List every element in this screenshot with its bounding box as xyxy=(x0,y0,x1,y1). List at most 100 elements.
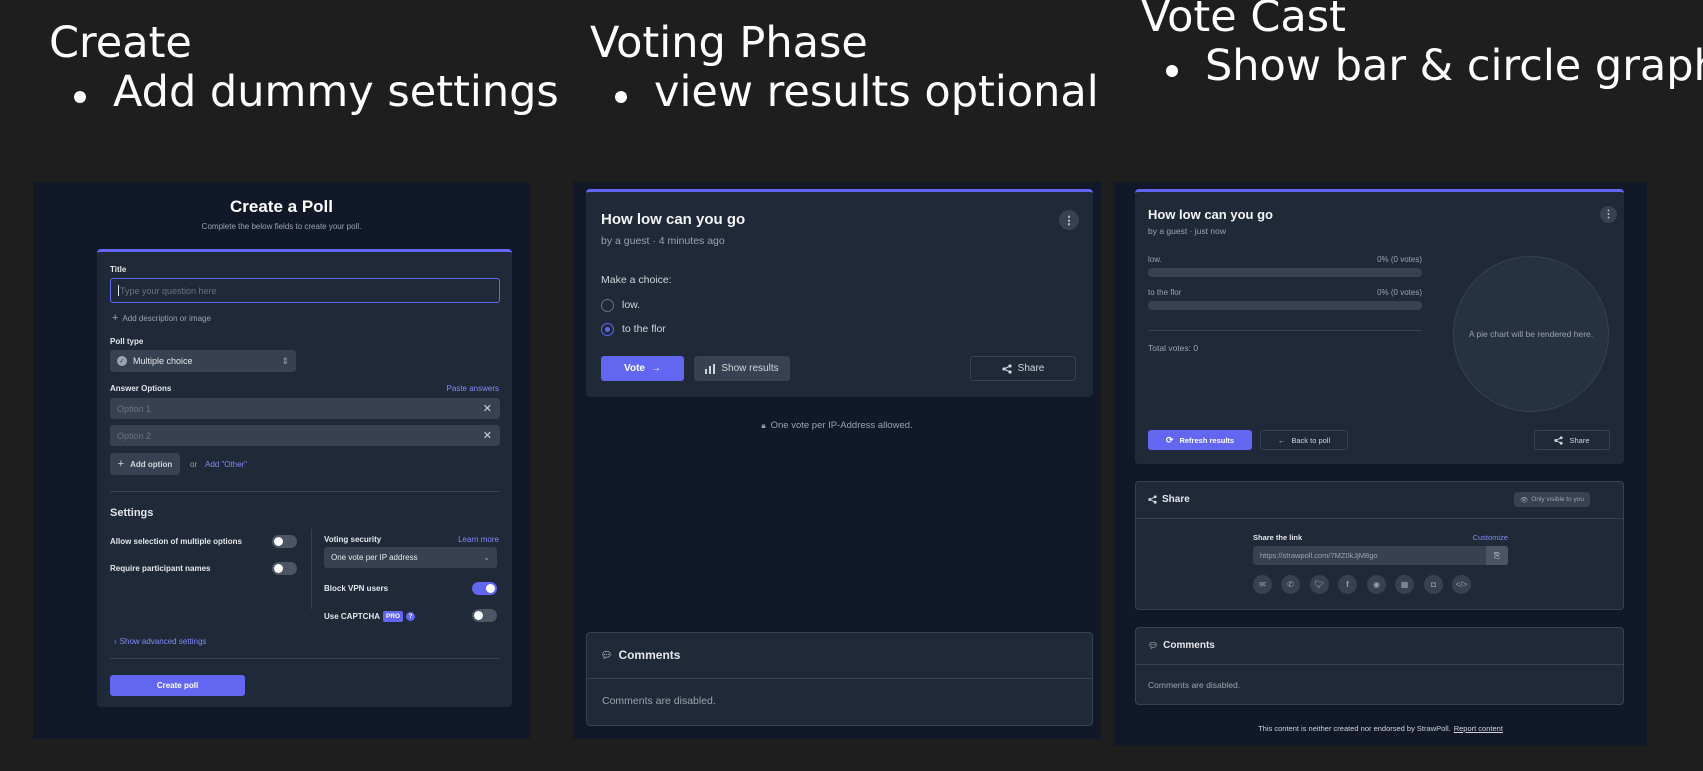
arrow-left-icon: ← xyxy=(1277,435,1286,445)
add-description-text: Add description or image xyxy=(122,313,211,323)
embed-icon[interactable]: </> xyxy=(1452,575,1471,594)
comments-header: 💬︎ Comments xyxy=(601,648,680,662)
option-1-placeholder: Option 1 xyxy=(117,403,152,414)
voting-security-value: One vote per IP address xyxy=(331,553,418,562)
add-description-link[interactable]: + Add description or image xyxy=(112,312,211,324)
share-card: Share 👁︎ Only visible to you Share the l… xyxy=(1135,481,1624,610)
reddit-icon[interactable]: ◉ xyxy=(1367,575,1386,594)
divider xyxy=(1136,664,1623,665)
heading-title: Create xyxy=(49,18,192,68)
result-value: 0% (0 votes) xyxy=(1377,255,1422,264)
copy-icon[interactable]: ⎘ xyxy=(1486,546,1508,565)
share-icon xyxy=(1002,363,1012,374)
qr-code-icon[interactable]: ▦ xyxy=(1395,575,1414,594)
back-to-poll-label: Back to poll xyxy=(1291,435,1331,445)
voting-security-select[interactable]: One vote per IP address ⌄ xyxy=(324,547,497,568)
poll-meta: by a guest · just now xyxy=(1148,226,1226,236)
result-value: 0% (0 votes) xyxy=(1377,288,1422,297)
share-button[interactable]: Share xyxy=(970,356,1076,381)
option-1-input[interactable]: Option 1 ✕ xyxy=(110,398,500,419)
divider xyxy=(1136,518,1623,519)
page-subtitle: Complete the below fields to create your… xyxy=(201,222,362,231)
use-captcha-label: Use CAPTCHA xyxy=(324,612,381,621)
title-placeholder: Type your question here xyxy=(120,285,217,296)
more-options-icon[interactable]: ⋮ xyxy=(1600,206,1617,223)
paste-answers-link[interactable]: Paste answers xyxy=(447,384,499,393)
help-icon[interactable]: ? xyxy=(406,612,416,621)
choice-label-flor[interactable]: to the flor xyxy=(622,323,666,335)
result-label: low. xyxy=(1148,255,1162,264)
block-vpn-label: Block VPN users xyxy=(324,584,389,593)
comments-header: 💬︎ Comments xyxy=(1148,640,1215,651)
heading-create: Create Add dummy settings xyxy=(49,22,559,114)
vote-button[interactable]: Vote → xyxy=(601,356,684,381)
refresh-results-button[interactable]: ⟳ Refresh results xyxy=(1148,430,1252,450)
poll-type-select[interactable]: ✓ Multiple choice ⇕ xyxy=(110,350,296,372)
share-label: Share xyxy=(1017,363,1045,374)
make-choice-label: Make a choice: xyxy=(601,274,672,286)
facebook-icon[interactable]: f xyxy=(1338,575,1357,594)
comments-title: Comments xyxy=(1163,640,1215,651)
heading-bullet: view results optional xyxy=(590,71,1099,114)
allow-multiple-toggle[interactable] xyxy=(272,535,297,548)
show-advanced-link[interactable]: › Show advanced settings xyxy=(114,637,206,646)
whatsapp-icon[interactable]: ✆ xyxy=(1281,575,1300,594)
back-to-poll-button[interactable]: ← Back to poll xyxy=(1260,430,1348,450)
create-poll-button[interactable]: Create poll xyxy=(110,675,245,696)
show-results-button[interactable]: Show results xyxy=(694,356,790,381)
chat-icon: 💬︎ xyxy=(1148,641,1159,650)
vertical-divider xyxy=(311,529,312,609)
chat-icon: 💬︎ xyxy=(601,649,613,660)
option-2-input[interactable]: Option 2 ✕ xyxy=(110,425,500,446)
choice-label-low[interactable]: low. xyxy=(622,299,640,311)
divider xyxy=(110,658,500,659)
learn-more-link[interactable]: Learn more xyxy=(458,535,499,544)
option-2-placeholder: Option 2 xyxy=(117,430,152,441)
page-title: Create a Poll xyxy=(230,197,333,216)
share-url: https://strawpoll.com/7MZ0kJjM8go xyxy=(1260,551,1378,560)
chevron-down-icon: ⌄ xyxy=(483,553,490,562)
close-icon[interactable]: ✕ xyxy=(483,429,492,442)
show-advanced-text: Show advanced settings xyxy=(119,637,207,646)
poll-title: How low can you go xyxy=(1148,207,1273,222)
eye-icon: 👁︎ xyxy=(1520,496,1529,504)
result-label: to the flor xyxy=(1148,288,1182,297)
heading-title: Vote Cast xyxy=(1141,0,1347,42)
pocket-icon[interactable]: ◘ xyxy=(1424,575,1443,594)
choice-radio-low[interactable] xyxy=(601,299,614,312)
add-option-button[interactable]: + Add option xyxy=(110,453,180,475)
choice-radio-flor[interactable] xyxy=(601,323,614,336)
poll-type-label: Poll type xyxy=(110,337,144,346)
block-vpn-toggle[interactable] xyxy=(472,582,497,595)
twitter-icon[interactable]: 🐦︎ xyxy=(1310,575,1329,594)
text-cursor xyxy=(118,285,119,296)
email-icon[interactable]: ✉ xyxy=(1253,575,1272,594)
share-url-input[interactable]: https://strawpoll.com/7MZ0kJjM8go ⎘ xyxy=(1253,546,1508,565)
share-header: Share xyxy=(1148,494,1190,505)
poll-meta: by a guest · 4 minutes ago xyxy=(601,235,725,247)
add-other-link[interactable]: Add "Other" xyxy=(205,460,247,469)
close-icon[interactable]: ✕ xyxy=(483,402,492,415)
plus-icon: + xyxy=(117,458,125,470)
more-options-icon[interactable]: ⋮ xyxy=(1059,210,1079,230)
require-names-toggle[interactable] xyxy=(272,562,297,575)
share-button[interactable]: Share xyxy=(1534,430,1610,450)
refresh-icon: ⟳ xyxy=(1165,434,1174,445)
poll-type-value: Multiple choice xyxy=(133,356,193,366)
poll-title: How low can you go xyxy=(601,211,746,228)
report-content-link[interactable]: Report content xyxy=(1454,724,1503,733)
comments-disabled: Comments are disabled. xyxy=(602,695,716,707)
footer-disclaimer: This content is neither created nor endo… xyxy=(1114,724,1647,733)
title-label: Title xyxy=(110,265,127,274)
title-input[interactable]: Type your question here xyxy=(110,278,500,303)
footer-text: This content is neither created nor endo… xyxy=(1258,724,1451,733)
allow-multiple-label: Allow selection of multiple options xyxy=(110,537,243,546)
captcha-toggle[interactable] xyxy=(472,609,497,622)
customize-link[interactable]: Customize xyxy=(1426,533,1508,542)
comments-card: 💬︎ Comments Comments are disabled. xyxy=(1135,627,1624,705)
vote-cast-panel: How low can you go ⋮ by a guest · just n… xyxy=(1114,182,1647,746)
lock-icon: 🔒︎ xyxy=(761,420,766,430)
or-text: or xyxy=(190,460,198,469)
plus-icon: + xyxy=(112,312,119,324)
voting-phase-panel: How low can you go ⋮ by a guest · 4 minu… xyxy=(573,182,1101,739)
